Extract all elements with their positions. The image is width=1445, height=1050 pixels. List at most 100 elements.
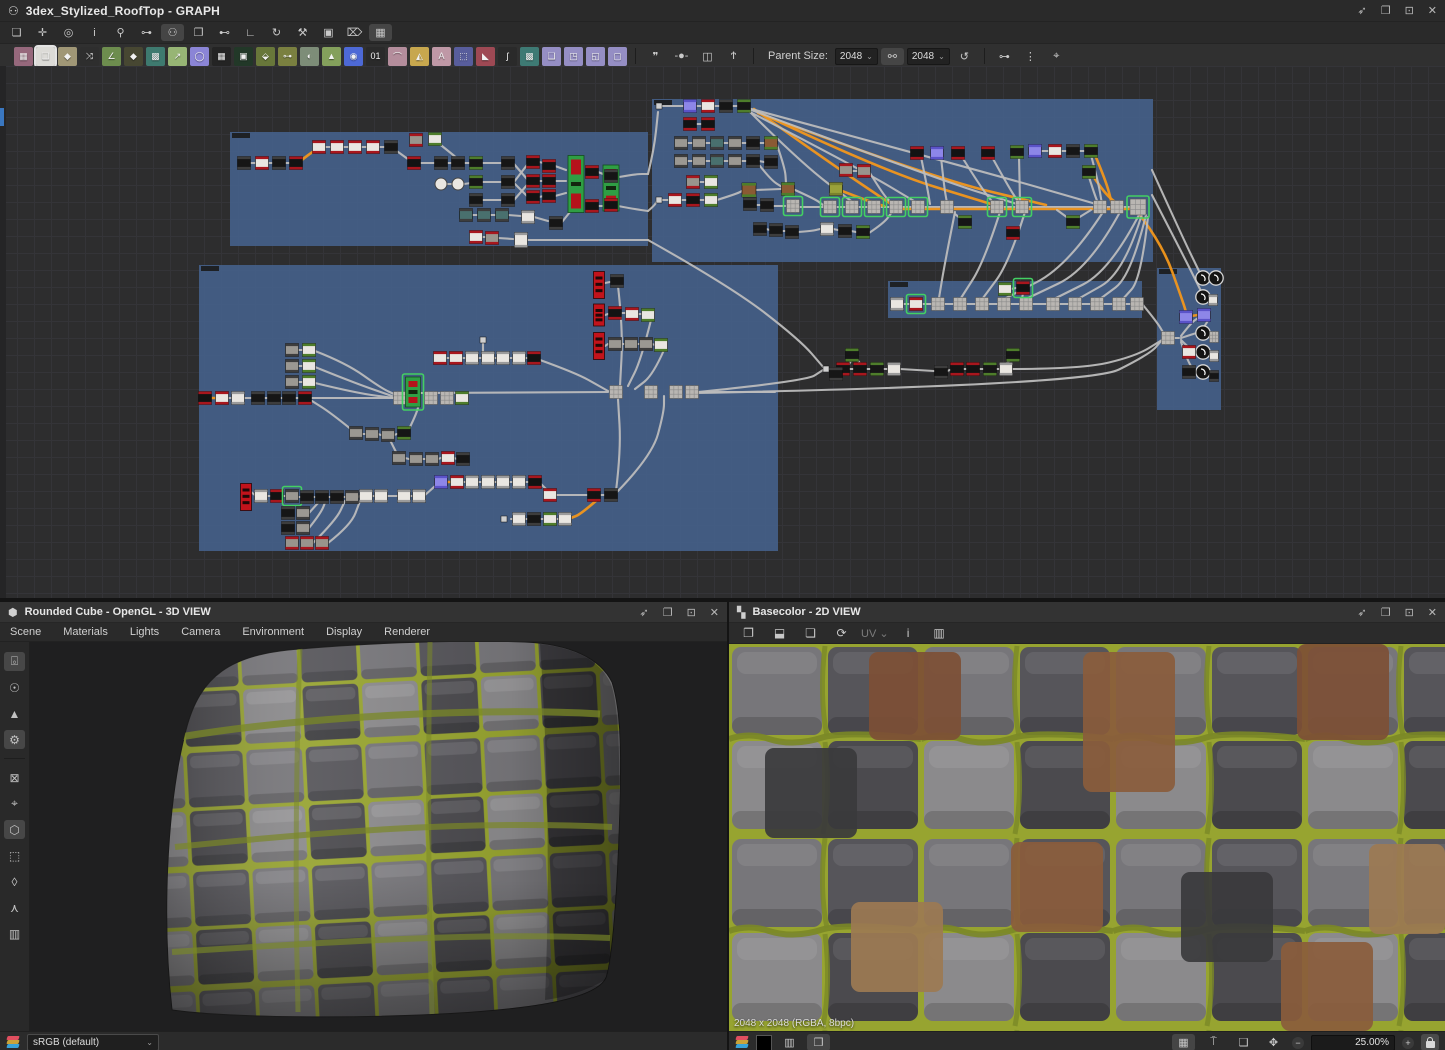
pin-node-button[interactable]: Ϯ bbox=[722, 48, 745, 65]
graph-node-br[interactable] bbox=[781, 182, 795, 196]
link-mode-button[interactable]: ⊶ bbox=[135, 24, 158, 41]
graph-node-rw[interactable] bbox=[625, 307, 639, 321]
graph-node-k[interactable] bbox=[746, 136, 760, 150]
graph-node-p[interactable] bbox=[1028, 144, 1042, 158]
graph-node-gr[interactable] bbox=[1019, 297, 1033, 311]
view2d-pin-icon[interactable]: ➶ bbox=[1357, 606, 1366, 619]
graph-node-gr[interactable] bbox=[1046, 297, 1060, 311]
dot-connection-button[interactable]: ⊷ bbox=[213, 24, 236, 41]
graph-node-kr[interactable] bbox=[585, 165, 599, 179]
graph-node-p[interactable] bbox=[1197, 308, 1211, 322]
graph-node-gw[interactable] bbox=[704, 193, 718, 207]
graph-node-k[interactable] bbox=[934, 365, 948, 379]
graph-node-k[interactable] bbox=[753, 222, 767, 236]
graph-node-R[interactable] bbox=[240, 483, 252, 511]
view3d-maximize-icon[interactable]: ⊡ bbox=[687, 606, 696, 619]
graph-node-kg[interactable] bbox=[397, 426, 411, 440]
graph-node-gr[interactable] bbox=[863, 196, 885, 218]
graph-node-k[interactable] bbox=[838, 224, 852, 238]
light-button[interactable]: ☉ bbox=[4, 678, 25, 697]
display-settings-button[interactable]: ⚙ bbox=[4, 730, 25, 749]
graph-node-gw[interactable] bbox=[428, 132, 442, 146]
graph-node-w[interactable] bbox=[521, 210, 535, 224]
graph-node-gr[interactable] bbox=[609, 385, 623, 399]
graph-node-kr[interactable] bbox=[298, 391, 312, 405]
graph-node-k[interactable] bbox=[764, 155, 778, 169]
uv-mode-select[interactable]: UV ⌄ bbox=[861, 627, 889, 640]
color-channels-icon[interactable] bbox=[6, 1036, 21, 1049]
graph-node-gr[interactable] bbox=[782, 195, 804, 217]
turntable-button[interactable]: ⋏ bbox=[4, 898, 25, 917]
graph-node-k[interactable] bbox=[1066, 144, 1080, 158]
graph-node-kr[interactable] bbox=[951, 146, 965, 160]
graph-node-k[interactable] bbox=[1209, 370, 1219, 382]
graph-node-n[interactable] bbox=[365, 427, 379, 441]
graph-node-kr[interactable] bbox=[289, 156, 303, 170]
graph-node-w[interactable] bbox=[887, 362, 901, 376]
graph-node-kr[interactable] bbox=[701, 117, 715, 131]
palette-water-level-button[interactable]: ◆ bbox=[58, 46, 77, 66]
graph-node-k[interactable] bbox=[604, 169, 618, 183]
graph-node-rw[interactable] bbox=[312, 140, 326, 154]
graph-node-kr[interactable] bbox=[686, 193, 700, 207]
graph-node-k[interactable] bbox=[549, 216, 563, 230]
graph-node-rw[interactable] bbox=[330, 140, 344, 154]
graph-node-rw[interactable] bbox=[215, 391, 229, 405]
zoom-in-button[interactable]: + bbox=[1402, 1036, 1414, 1049]
graph-node-k[interactable] bbox=[281, 506, 295, 520]
zoom-level-field[interactable]: 25.00% bbox=[1311, 1034, 1395, 1050]
graph-node-br[interactable] bbox=[764, 136, 778, 150]
graph-node-k[interactable] bbox=[456, 452, 470, 466]
graph-node-gr[interactable] bbox=[669, 385, 683, 399]
graph-node-o[interactable] bbox=[1195, 344, 1211, 360]
graph-node-w[interactable] bbox=[512, 351, 526, 365]
graph-node-gw[interactable] bbox=[302, 343, 316, 357]
graph-node-n[interactable] bbox=[285, 359, 299, 373]
colorspace-select[interactable]: sRGB (default) ⌄ bbox=[27, 1034, 159, 1050]
graph-node-gr[interactable] bbox=[424, 391, 438, 405]
graph-node-p[interactable] bbox=[683, 99, 697, 113]
palette-pyramid-button[interactable]: ▲ bbox=[322, 46, 341, 66]
histogram-button[interactable]: ▥ bbox=[928, 625, 951, 642]
graph-node-rw[interactable] bbox=[543, 488, 557, 502]
graph-node-kr[interactable] bbox=[966, 362, 980, 376]
graph-node-p[interactable] bbox=[434, 475, 448, 489]
graph-node-kg[interactable] bbox=[870, 362, 884, 376]
graph-node-gr[interactable] bbox=[819, 196, 841, 218]
graph-node-gr[interactable] bbox=[997, 297, 1011, 311]
graph-node-n[interactable] bbox=[674, 154, 688, 168]
graph-node-kr[interactable] bbox=[526, 174, 540, 188]
graph-node-n[interactable] bbox=[285, 375, 299, 389]
graph-node-w[interactable] bbox=[890, 297, 904, 311]
graph-node-o[interactable] bbox=[1195, 270, 1211, 286]
graph-node-k[interactable] bbox=[610, 274, 624, 288]
graph-node-in[interactable] bbox=[655, 102, 663, 110]
graph-node-k[interactable] bbox=[829, 367, 843, 381]
graph-node-rw[interactable] bbox=[348, 140, 362, 154]
graph-node-kr[interactable] bbox=[526, 155, 540, 169]
menu-scene[interactable]: Scene bbox=[10, 626, 41, 638]
graph-node-gw[interactable] bbox=[302, 375, 316, 389]
graph-node-rw[interactable] bbox=[701, 99, 715, 113]
graph-node-n[interactable] bbox=[624, 337, 638, 351]
palette-noise-01-button[interactable]: 01 bbox=[366, 46, 385, 66]
graph-node-w[interactable] bbox=[254, 489, 268, 503]
graph-node-n[interactable] bbox=[674, 136, 688, 150]
graph-node-kg[interactable] bbox=[1082, 165, 1096, 179]
graph-node-w[interactable] bbox=[481, 351, 495, 365]
info-button[interactable]: i bbox=[897, 625, 920, 642]
uv-transform-button[interactable]: ⟳ bbox=[830, 625, 853, 642]
palette-chain-link-button[interactable]: ⊶ bbox=[278, 46, 297, 66]
graph-node-k[interactable] bbox=[743, 197, 757, 211]
graph-node-gr[interactable] bbox=[1011, 196, 1033, 218]
graph-node-gr[interactable] bbox=[1130, 297, 1144, 311]
vertex-cube-button[interactable]: ⬚ bbox=[4, 846, 25, 865]
node-info-button[interactable]: i bbox=[83, 24, 106, 41]
palette-spline-bridge-button[interactable]: ⌒ bbox=[388, 46, 407, 66]
graph-node-t[interactable] bbox=[495, 208, 509, 222]
graph-node-k[interactable] bbox=[746, 154, 760, 168]
graph-node-t[interactable] bbox=[710, 154, 724, 168]
graph-node-rn[interactable] bbox=[485, 231, 499, 245]
graph-node-gr[interactable] bbox=[393, 391, 407, 405]
graph-node-n[interactable] bbox=[381, 428, 395, 442]
